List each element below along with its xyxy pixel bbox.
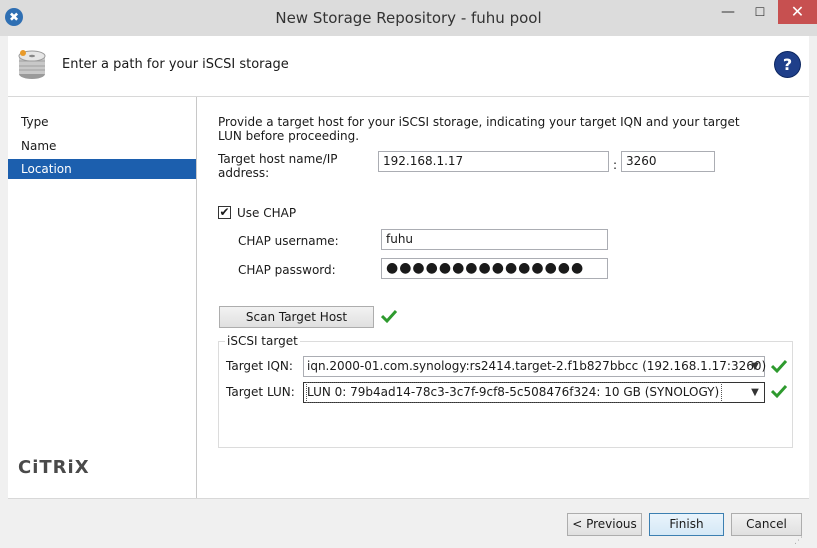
finish-button[interactable]: Finish [649,513,724,536]
wizard-steps-sidebar: Type Name Location CiTRiX [8,97,197,498]
port-input[interactable]: 3260 [621,151,715,172]
resize-grip[interactable]: ⋰ [794,535,806,547]
cancel-button[interactable]: Cancel [731,513,802,536]
minimize-button[interactable]: — [716,0,740,24]
window-title: New Storage Repository - fuhu pool [275,9,542,27]
wizard-header: Enter a path for your iSCSI storage ? [8,36,809,97]
maximize-button[interactable]: ☐ [748,0,772,24]
close-button[interactable]: ✕ [778,0,817,24]
checkmark-icon [381,309,397,324]
target-lun-dropdown[interactable]: LUN 0: 79b4ad14-78c3-3c7f-9cf8-5c508476f… [303,382,765,403]
use-chap-label[interactable]: Use CHAP [237,206,296,220]
help-icon[interactable]: ? [775,52,800,77]
target-host-input[interactable]: 192.168.1.17 [378,151,609,172]
target-iqn-label: Target IQN: [226,359,293,373]
chap-username-input[interactable]: fuhu [381,229,608,250]
checkmark-icon [771,359,787,374]
target-iqn-value: iqn.2000-01.com.synology:rs2414.target-2… [307,359,767,373]
target-lun-value: LUN 0: 79b4ad14-78c3-3c7f-9cf8-5c508476f… [305,382,723,403]
wizard-footer: < Previous Finish Cancel ⋰ [8,498,809,548]
storage-disk-icon [18,50,46,79]
intro-text-line2: LUN before proceeding. [218,129,360,143]
location-form: Provide a target host for your iSCSI sto… [197,97,809,498]
chap-username-label: CHAP username: [238,234,339,248]
port-separator: : [613,158,618,172]
chevron-down-icon[interactable]: ▼ [746,357,764,376]
use-chap-checkbox[interactable]: ✔ [218,206,231,219]
iscsi-target-group-label: iSCSI target [225,334,300,348]
previous-button[interactable]: < Previous [567,513,642,536]
intro-text-line1: Provide a target host for your iSCSI sto… [218,115,740,129]
target-iqn-dropdown[interactable]: iqn.2000-01.com.synology:rs2414.target-2… [303,356,767,377]
checkmark-icon [771,384,787,399]
target-host-label-line2: address: [218,166,270,180]
citrix-logo: CiTRiX [18,457,90,478]
sidebar-item-name[interactable]: Name [8,136,196,156]
target-host-label-line1: Target host name/IP [218,152,338,166]
chap-password-label: CHAP password: [238,263,336,277]
sidebar-item-type[interactable]: Type [8,112,196,132]
chevron-down-icon[interactable]: ▼ [746,383,764,402]
target-lun-label: Target LUN: [226,385,295,399]
scan-target-host-button[interactable]: Scan Target Host [219,306,374,328]
title-bar: ✖ New Storage Repository - fuhu pool — ☐… [0,0,817,36]
page-title: Enter a path for your iSCSI storage [62,57,289,72]
sidebar-item-location[interactable]: Location [8,159,196,179]
chap-password-input[interactable]: ●●●●●●●●●●●●●●● [381,258,608,279]
